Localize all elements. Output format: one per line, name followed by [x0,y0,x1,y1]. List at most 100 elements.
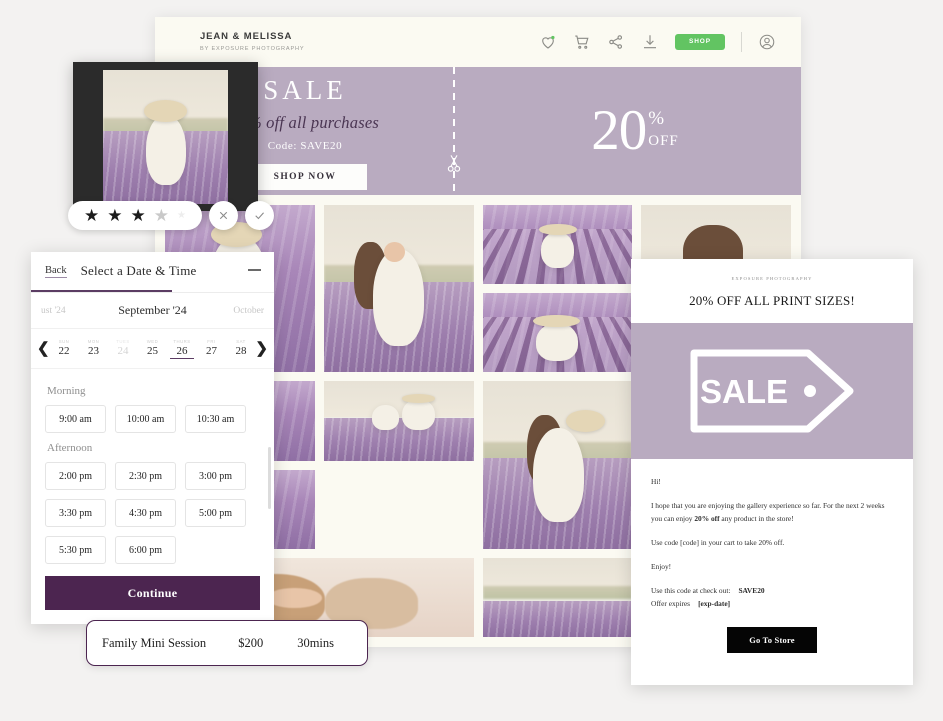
back-button[interactable]: Back [45,265,67,278]
month-prev[interactable]: ust '24 [41,306,66,316]
photo-thumbnail[interactable] [323,381,474,461]
time-slot[interactable]: 9:00 am [45,405,106,433]
header-actions: SHOP [539,17,776,67]
gallery-header: JEAN & MELISSA BY EXPOSURE PHOTOGRAPHY S… [155,17,801,67]
time-slot-list[interactable]: Morning 9:00 am 10:00 am 10:30 am Aftern… [31,369,274,566]
day-of-week: SAT [236,338,246,344]
photo-thumbnail[interactable] [482,557,633,637]
shopping-cart-icon[interactable] [573,33,591,51]
photo-rating-bar: ★ ★ ★ ★ ★ [68,201,274,230]
download-icon[interactable] [641,33,659,51]
go-to-store-button[interactable]: Go To Store [727,626,817,653]
day-cell[interactable]: MON 23 [82,339,106,359]
time-slot[interactable]: 2:00 pm [45,462,106,490]
afternoon-label: Afternoon [47,442,93,454]
coupon-cut-line [453,67,455,195]
day-cell[interactable]: SAT 28 [229,339,253,359]
day-cell: TUES 24 [111,339,135,359]
photo-preview-frame [73,62,258,211]
sale-tag-text: SALE [700,373,788,410]
star-icon[interactable]: ★ [154,207,169,224]
photo-thumbnail[interactable] [482,293,633,373]
time-slot[interactable]: 2:30 pm [115,462,176,490]
star-icon[interactable]: ★ [107,207,122,224]
day-cell[interactable]: SUN 22 [52,339,76,359]
email-body: Hi! I hope that you are enjoying the gal… [631,459,913,653]
email-greeting: Hi! [651,477,661,486]
day-of-week: FRI [207,338,216,344]
panel-title: Select a Date & Time [80,263,197,278]
percent-off-label: OFF [648,133,679,150]
brand-name: JEAN & MELISSA [200,31,293,43]
day-number: 26 [170,345,194,359]
star-icon[interactable]: ★ [84,207,99,224]
heart-icon[interactable] [539,33,557,51]
session-summary-bar[interactable]: Family Mini Session $200 30mins [86,620,368,666]
email-paragraph-1-c: any product in the store! [719,513,794,523]
brand-block: JEAN & MELISSA BY EXPOSURE PHOTOGRAPHY [200,31,305,52]
day-of-week: THURS [173,338,191,344]
session-duration: 30mins [297,635,334,650]
booking-footer: Continue [31,566,274,624]
chevron-right-icon[interactable]: ❯ [255,341,268,356]
time-slot[interactable]: 5:00 pm [185,499,246,527]
email-brand: EXPOSURE PHOTOGRAPHY [731,276,813,281]
photo-thumbnail[interactable] [482,381,633,549]
star-rating[interactable]: ★ ★ ★ ★ ★ [68,201,202,230]
preview-photo[interactable] [103,69,228,204]
day-of-week: MON [87,338,100,344]
slot-row: 2:00 pm 2:30 pm 3:00 pm [45,462,260,490]
email-cta-wrap: Go To Store [651,626,893,653]
day-cell[interactable]: WED 25 [141,339,165,359]
time-slot[interactable]: 10:00 am [115,405,176,433]
reject-button[interactable] [208,201,238,230]
time-slot[interactable]: 10:30 am [185,405,246,433]
email-expiry-line: Offer expires [exp-date] [651,598,893,611]
day-of-week: WED [146,338,159,344]
session-price: $200 [238,635,264,650]
email-expires-label: Offer expires [651,598,691,608]
photo-thumbnail[interactable] [323,205,474,373]
continue-button[interactable]: Continue [45,576,260,610]
booking-panel: Back Select a Date & Time ust '24 Septem… [31,252,274,624]
time-slot[interactable]: 4:30 pm [115,499,176,527]
day-cell[interactable]: FRI 27 [200,339,224,359]
slot-row: 5:30 pm 6:00 pm [45,536,260,564]
email-paragraph-3: Enjoy! [651,561,672,571]
day-number: 24 [117,344,129,357]
month-current[interactable]: September '24 [118,303,186,318]
time-slot[interactable]: 5:30 pm [45,536,106,564]
day-of-week: SUN [58,338,70,344]
share-icon[interactable] [607,33,625,51]
email-checkout-line: Use this code at check out: SAVE20 [651,585,893,598]
email-checkout-label: Use this code at check out: [651,585,731,595]
sale-title: SALE [263,74,347,105]
month-selector: ust '24 September '24 October [31,293,274,329]
photo-thumbnail[interactable] [482,205,633,285]
star-icon[interactable]: ★ [177,210,186,221]
slot-row: 3:30 pm 4:30 pm 5:00 pm [45,499,260,527]
time-slot[interactable]: 3:00 pm [185,462,246,490]
star-icon[interactable]: ★ [131,207,146,224]
slot-scrollbar[interactable] [268,447,271,509]
email-preview-card: EXPOSURE PHOTOGRAPHY 20% OFF ALL PRINT S… [631,259,913,685]
month-next[interactable]: October [233,306,264,316]
minimize-icon[interactable] [248,269,261,271]
session-name: Family Mini Session [102,635,207,650]
chevron-left-icon[interactable]: ❮ [37,341,50,356]
email-checkout-code: SAVE20 [738,585,765,595]
time-slot[interactable]: 3:30 pm [45,499,106,527]
app-canvas: JEAN & MELISSA BY EXPOSURE PHOTOGRAPHY S… [0,0,943,721]
accept-button[interactable] [244,201,274,230]
day-number: 28 [235,344,247,357]
brand-subtitle: BY EXPOSURE PHOTOGRAPHY [200,45,305,52]
day-cell-selected[interactable]: THURS 26 [170,339,194,359]
day-list: SUN 22 MON 23 TUES 24 WED 25 THURS 26 FR… [52,339,253,359]
account-icon[interactable] [758,33,776,51]
email-header: EXPOSURE PHOTOGRAPHY 20% OFF ALL PRINT S… [631,259,913,323]
day-of-week: TUES [116,338,130,344]
shop-now-button[interactable]: SHOP NOW [242,163,368,190]
time-slot[interactable]: 6:00 pm [115,536,176,564]
scissors-icon [445,153,463,175]
shop-button[interactable]: SHOP [674,33,725,51]
